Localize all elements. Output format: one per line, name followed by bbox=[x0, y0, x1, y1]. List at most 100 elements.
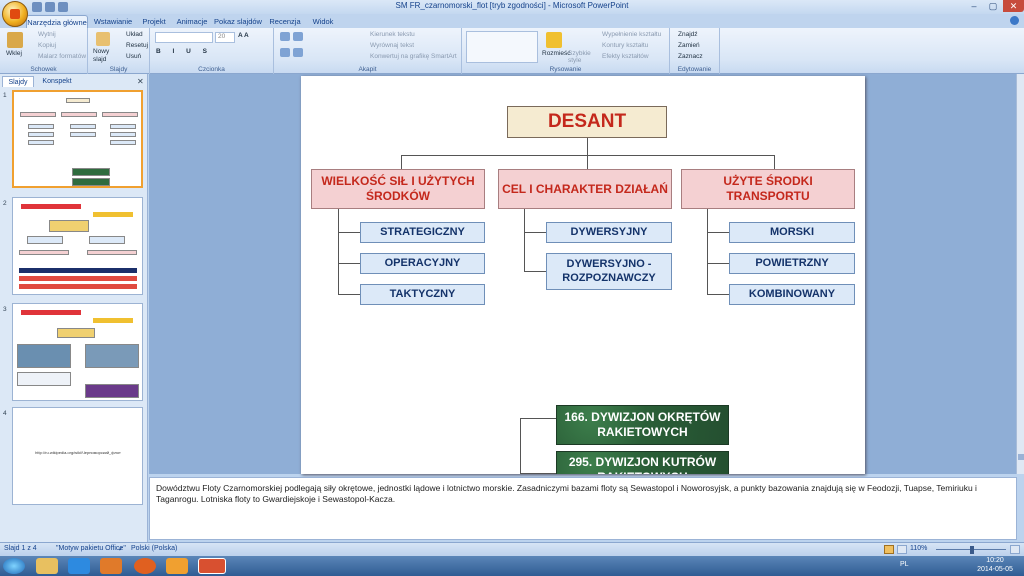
spellcheck-icon[interactable]: ✓ bbox=[118, 545, 124, 553]
slide-thumbnail-1[interactable] bbox=[12, 90, 143, 188]
shapes-gallery[interactable] bbox=[466, 31, 538, 63]
item-box[interactable]: OPERACYJNY bbox=[360, 253, 485, 274]
thumb-shape bbox=[19, 250, 69, 255]
tab-outline-pane[interactable]: Konspekt bbox=[36, 76, 78, 87]
item-box[interactable]: DYWERSYJNY bbox=[546, 222, 672, 243]
arrange-icon[interactable] bbox=[546, 32, 562, 48]
font-name-field[interactable] bbox=[155, 32, 213, 43]
new-slide-button[interactable]: Nowy slajd bbox=[93, 48, 117, 64]
tab-home[interactable]: Narzędzia główne bbox=[26, 15, 88, 28]
slide-thumbnail-3[interactable] bbox=[12, 303, 143, 401]
vertical-scrollbar[interactable] bbox=[1016, 74, 1024, 474]
tab-slides-pane[interactable]: Slajdy bbox=[2, 76, 34, 87]
ie-icon[interactable] bbox=[68, 558, 90, 574]
format-painter-button[interactable]: Malarz formatów bbox=[38, 53, 86, 60]
thumb-shape bbox=[89, 236, 125, 244]
cut-button[interactable]: Wytnij bbox=[38, 31, 56, 38]
minimize-button[interactable]: – bbox=[965, 0, 983, 12]
slide-thumbnail-4[interactable]: http://ru.wikipedia.org/wiki/Черноморски… bbox=[12, 407, 143, 505]
replace-button[interactable]: Zamień bbox=[678, 42, 700, 49]
item-box[interactable]: STRATEGICZNY bbox=[360, 222, 485, 243]
tab-insert[interactable]: Wstawianie bbox=[90, 15, 136, 28]
category-box-forces[interactable]: WIELKOŚĆ SIŁ I UŻYTYCH ŚRODKÓW bbox=[311, 169, 485, 209]
fit-window-icon[interactable] bbox=[1010, 545, 1020, 554]
bullets-icon[interactable] bbox=[280, 32, 290, 41]
copy-button[interactable]: Kopiuj bbox=[38, 42, 56, 49]
thumb-shape bbox=[20, 112, 56, 117]
slide-thumbnail-2[interactable] bbox=[12, 197, 143, 295]
tab-review[interactable]: Recenzja bbox=[264, 15, 306, 28]
redo-icon[interactable] bbox=[58, 2, 68, 12]
thumb-shape bbox=[61, 112, 97, 117]
convert-smartart-button[interactable]: Konwertuj na grafikę SmartArt bbox=[370, 53, 457, 60]
zoom-level[interactable]: 110% bbox=[910, 545, 927, 552]
grow-font-button[interactable]: A A bbox=[238, 32, 249, 39]
paste-icon[interactable] bbox=[7, 32, 23, 48]
language-tray[interactable]: PL bbox=[900, 561, 909, 568]
start-icon[interactable] bbox=[3, 558, 25, 574]
align-text-button[interactable]: Wyrównaj tekst bbox=[370, 42, 414, 49]
undo-icon[interactable] bbox=[45, 2, 55, 12]
select-button[interactable]: Zaznacz bbox=[678, 53, 703, 60]
outlook-icon[interactable] bbox=[166, 558, 188, 574]
thumb-shape bbox=[19, 284, 137, 289]
find-button[interactable]: Znajdź bbox=[678, 31, 698, 38]
zoom-slider-thumb[interactable] bbox=[970, 546, 974, 554]
item-box[interactable]: MORSKI bbox=[729, 222, 855, 243]
font-size-field[interactable]: 20 bbox=[215, 32, 235, 43]
quick-styles-button[interactable]: Szybkie style bbox=[568, 50, 591, 64]
close-button[interactable]: ✕ bbox=[1003, 0, 1024, 12]
item-box[interactable]: POWIETRZNY bbox=[729, 253, 855, 274]
thumb-shape bbox=[19, 268, 137, 273]
close-pane-icon[interactable]: ✕ bbox=[137, 77, 144, 86]
save-icon[interactable] bbox=[32, 2, 42, 12]
clock-date[interactable]: 2014-05-05 bbox=[972, 566, 1018, 573]
help-icon[interactable] bbox=[1010, 16, 1019, 25]
item-box[interactable]: KOMBINOWANY bbox=[729, 284, 855, 305]
clock-time[interactable]: 10:20 bbox=[975, 557, 1015, 564]
thumb-shape bbox=[87, 250, 137, 255]
numbering-icon[interactable] bbox=[293, 32, 303, 41]
connector bbox=[401, 155, 402, 169]
media-player-icon[interactable] bbox=[100, 558, 122, 574]
maximize-button[interactable]: ▢ bbox=[984, 0, 1002, 12]
text-direction-button[interactable]: Kierunek tekstu bbox=[370, 31, 415, 38]
item-box[interactable]: DYWERSYJNO - ROZPOZNAWCZY bbox=[546, 253, 672, 290]
item-box[interactable]: TAKTYCZNY bbox=[360, 284, 485, 305]
powerpoint-taskbar-icon[interactable] bbox=[198, 558, 226, 574]
layout-button[interactable]: Układ bbox=[126, 31, 143, 38]
notes-pane[interactable]: Dowództwu Floty Czarnomorskiej podlegają… bbox=[149, 477, 1017, 540]
new-slide-icon[interactable] bbox=[96, 32, 110, 46]
delete-button[interactable]: Usuń bbox=[126, 53, 141, 60]
sorter-view-icon[interactable] bbox=[897, 545, 907, 554]
reset-button[interactable]: Resetuj bbox=[126, 42, 148, 49]
normal-view-icon[interactable] bbox=[884, 545, 894, 554]
language-indicator[interactable]: Polski (Polska) bbox=[131, 545, 177, 552]
tab-design[interactable]: Projekt bbox=[138, 15, 170, 28]
firefox-icon[interactable] bbox=[134, 558, 156, 574]
shape-outline-button[interactable]: Kontury kształtu bbox=[602, 42, 648, 49]
desant-box[interactable]: DESANT bbox=[507, 106, 667, 138]
paste-button[interactable]: Wklej bbox=[6, 50, 22, 57]
unit-box[interactable]: 166. DYWIZJON OKRĘTÓW RAKIETOWYCH bbox=[556, 405, 729, 445]
explorer-icon[interactable] bbox=[36, 558, 58, 574]
align-center-icon[interactable] bbox=[293, 48, 303, 57]
current-slide[interactable]: DESANT WIELKOŚĆ SIŁ I UŻYTYCH ŚRODKÓW CE… bbox=[301, 76, 865, 474]
office-button[interactable] bbox=[2, 1, 28, 27]
category-box-purpose[interactable]: CEL I CHARAKTER DZIAŁAŃ bbox=[498, 169, 672, 209]
format-buttons[interactable]: B I U S bbox=[156, 48, 212, 55]
group-label: Schowek bbox=[30, 66, 57, 73]
group-clipboard: Wklej Wytnij Kopiuj Malarz formatów Scho… bbox=[0, 28, 88, 74]
unit-box[interactable]: 295. DYWIZJON KUTRÓW RAKIETOWYCH bbox=[556, 451, 729, 474]
scroll-arrow-icon[interactable] bbox=[1018, 454, 1024, 460]
shape-effects-button[interactable]: Efekty kształtów bbox=[602, 53, 649, 60]
shape-fill-button[interactable]: Wypełnienie kształtu bbox=[602, 31, 661, 38]
connector bbox=[338, 263, 360, 264]
tab-slideshow[interactable]: Pokaz slajdów bbox=[214, 15, 262, 28]
align-left-icon[interactable] bbox=[280, 48, 290, 57]
tab-view[interactable]: Widok bbox=[308, 15, 338, 28]
category-box-transport[interactable]: UŻYTE ŚRODKI TRANSPORTU bbox=[681, 169, 855, 209]
tab-animations[interactable]: Animacje bbox=[172, 15, 212, 28]
connector bbox=[338, 209, 339, 295]
arrange-button[interactable]: Rozmieść bbox=[542, 50, 571, 57]
